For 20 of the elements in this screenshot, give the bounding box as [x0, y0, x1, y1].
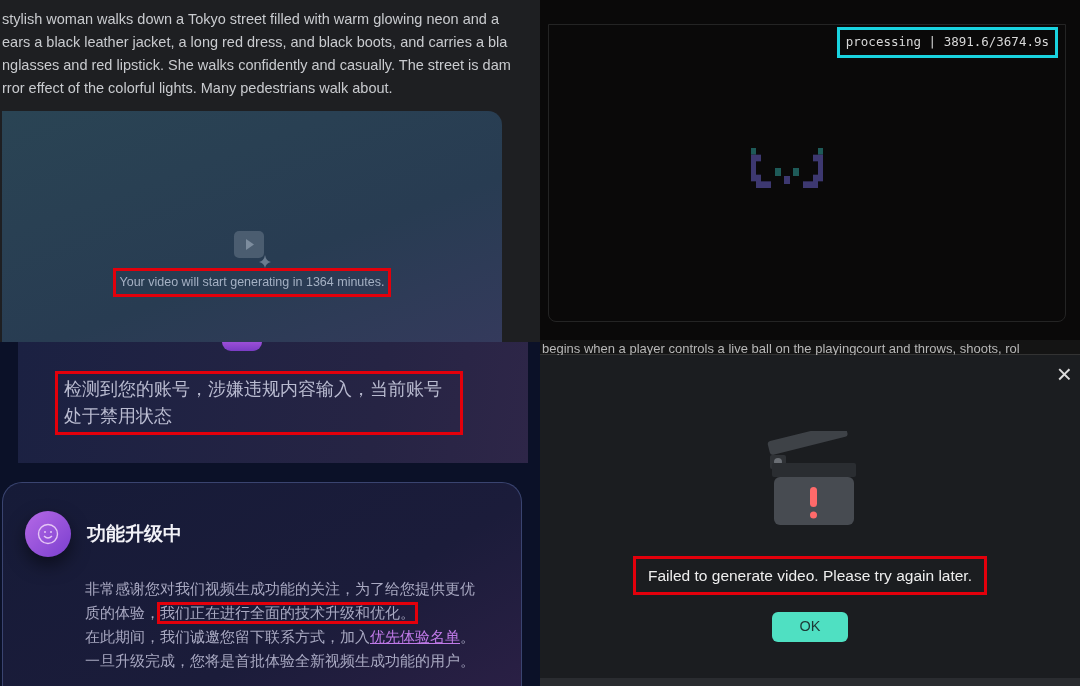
error-message: Failed to generate video. Please try again later.	[636, 559, 984, 593]
body-text: 质的体验，	[85, 605, 160, 621]
ok-button[interactable]: OK	[772, 612, 848, 643]
prompt-text: nglasses and red lipstick. She walks confidently and casually. The street is dam	[2, 56, 511, 75]
video-sparkle-icon	[232, 230, 272, 270]
prompt-text: ears a black leather jacket, a long red dress, and black boots, and carries a bla	[2, 33, 508, 52]
notice-text: 检测到您的账号，涉嫌违规内容输入，当前账号处于禁用状态	[58, 373, 460, 432]
body-text: 一旦升级完成，您将是首批体验全新视频生成功能的用户。	[85, 653, 475, 669]
card-title: 功能升级中	[87, 521, 182, 546]
body-text: 在此期间，我们诚邀您留下联系方式，加入	[85, 629, 370, 645]
smiley-icon	[37, 523, 59, 545]
body-text: 我们正在进行全面的技术升级和优化。	[160, 605, 415, 621]
prompt-text: stylish woman walks down a Tokyo street filled with warm glowing neon and a	[2, 10, 499, 29]
waitlist-link[interactable]: 优先体验名单	[370, 629, 460, 645]
body-text: 非常感谢您对我们视频生成功能的关注，为了给您提供更优	[85, 581, 475, 597]
prompt-text: rror effect of the colorful lights. Many pedestrians walk about.	[2, 79, 393, 98]
body-text: 。	[460, 629, 475, 645]
close-button[interactable]: ×	[1052, 361, 1076, 387]
status-text: Your video will start generating in 1364 minutes.	[115, 271, 389, 294]
pixel-logo-icon	[751, 148, 823, 188]
